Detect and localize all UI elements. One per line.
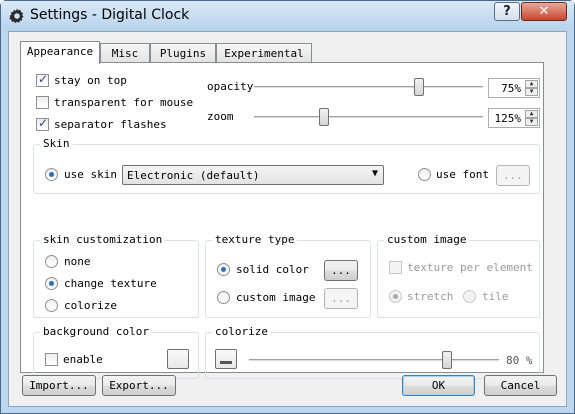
zoom-spinbox[interactable]: 125% ▲ ▼ (488, 108, 540, 128)
opacity-slider-track[interactable] (254, 86, 483, 88)
tab-experimental[interactable]: Experimental (216, 43, 312, 63)
stay-on-top-label: stay on top (54, 74, 127, 87)
separator-flashes-checkbox[interactable] (36, 116, 49, 131)
texture-per-element-label: texture per element (407, 261, 533, 274)
texture-per-element-checkbox[interactable] (389, 261, 402, 274)
use-font-label: use font (436, 168, 489, 181)
background-enable-label: enable (63, 353, 103, 366)
zoom-value: 125% (494, 112, 522, 125)
solid-color-button[interactable]: ... (324, 260, 358, 281)
color-bar-icon (220, 361, 232, 364)
skin-select-value: Electronic (default) (127, 169, 260, 182)
opacity-down-arrow-icon[interactable]: ▼ (525, 88, 538, 96)
custom-image-radio[interactable] (217, 291, 230, 304)
colorize-group-title: colorize (212, 325, 271, 338)
tab-misc[interactable]: Misc (100, 43, 150, 63)
custom-image-group: custom image texture per element stretch… (377, 233, 540, 318)
colorize-color-button[interactable] (215, 349, 237, 369)
appearance-panel: stay on top transparent for mouse separa… (20, 62, 544, 379)
zoom-slider-thumb[interactable] (319, 108, 329, 126)
background-color-group: background color enable (33, 325, 199, 379)
opacity-spinbox[interactable]: 75% ▲ ▼ (488, 78, 540, 98)
colorize-group: colorize 80 % (205, 325, 540, 379)
customization-none-radio[interactable] (45, 255, 58, 268)
stretch-radio[interactable] (389, 290, 402, 303)
skin-group: Skin use skin Electronic (default) ▼ use… (33, 137, 540, 194)
skin-group-title: Skin (40, 137, 73, 150)
colorize-radio[interactable] (45, 299, 58, 312)
zoom-up-arrow-icon[interactable]: ▲ (525, 110, 538, 118)
tile-label: tile (482, 290, 509, 303)
skin-customization-title: skin customization (40, 233, 166, 246)
settings-window: Settings - Digital Clock ? ✕ Appearance … (0, 0, 575, 414)
import-button[interactable]: Import... (22, 375, 96, 396)
tab-plugins[interactable]: Plugins (150, 43, 216, 63)
use-skin-label: use skin (64, 168, 117, 181)
texture-type-title: texture type (212, 233, 298, 246)
background-color-title: background color (40, 325, 152, 338)
stretch-label: stretch (407, 290, 454, 303)
zoom-slider-track[interactable] (254, 116, 483, 118)
colorize-slider-thumb[interactable] (442, 351, 452, 369)
opacity-label: opacity (207, 80, 254, 93)
transparent-for-mouse-checkbox[interactable] (36, 96, 49, 109)
use-font-radio[interactable] (418, 168, 431, 181)
background-enable-checkbox[interactable] (45, 353, 58, 366)
texture-type-group: texture type solid color ... custom imag… (205, 233, 371, 318)
separator-flashes-label: separator flashes (54, 118, 167, 131)
chevron-down-icon: ▼ (371, 168, 378, 179)
colorize-value: 80 % (506, 354, 533, 367)
export-button[interactable]: Export... (102, 375, 176, 396)
dialog-client: Appearance Misc Plugins Experimental sta… (8, 31, 567, 407)
change-texture-label: change texture (64, 277, 157, 290)
custom-image-button[interactable]: ... (324, 288, 358, 309)
colorize-radio-label: colorize (64, 299, 117, 312)
skin-customization-group: skin customization none change texture c… (33, 233, 199, 318)
change-texture-radio[interactable] (45, 277, 58, 290)
opacity-value: 75% (501, 82, 521, 95)
background-color-swatch-button[interactable] (167, 349, 189, 369)
close-button[interactable]: ✕ (521, 2, 567, 21)
solid-color-label: solid color (236, 263, 309, 276)
use-skin-radio[interactable] (45, 168, 58, 181)
solid-color-radio[interactable] (217, 263, 230, 276)
window-title: Settings - Digital Clock (30, 7, 190, 23)
tile-radio[interactable] (463, 290, 476, 303)
customization-none-label: none (64, 255, 91, 268)
colorize-slider-track[interactable] (249, 359, 499, 361)
title-bar: Settings - Digital Clock ? ✕ (1, 1, 574, 31)
custom-image-label: custom image (236, 291, 316, 304)
skin-select[interactable]: Electronic (default) ▼ (122, 165, 384, 185)
zoom-label: zoom (207, 110, 234, 123)
gear-icon (9, 8, 24, 24)
opacity-up-arrow-icon[interactable]: ▲ (525, 80, 538, 88)
opacity-slider-thumb[interactable] (414, 78, 424, 96)
ok-button[interactable]: OK (402, 375, 475, 396)
choose-font-button[interactable]: ... (496, 165, 530, 186)
tab-appearance[interactable]: Appearance (20, 41, 100, 64)
zoom-down-arrow-icon[interactable]: ▼ (525, 118, 538, 126)
stay-on-top-checkbox[interactable] (36, 72, 49, 87)
transparent-for-mouse-label: transparent for mouse (54, 96, 194, 109)
cancel-button[interactable]: Cancel (484, 375, 557, 396)
help-button[interactable]: ? (494, 2, 520, 21)
custom-image-title: custom image (384, 233, 470, 246)
